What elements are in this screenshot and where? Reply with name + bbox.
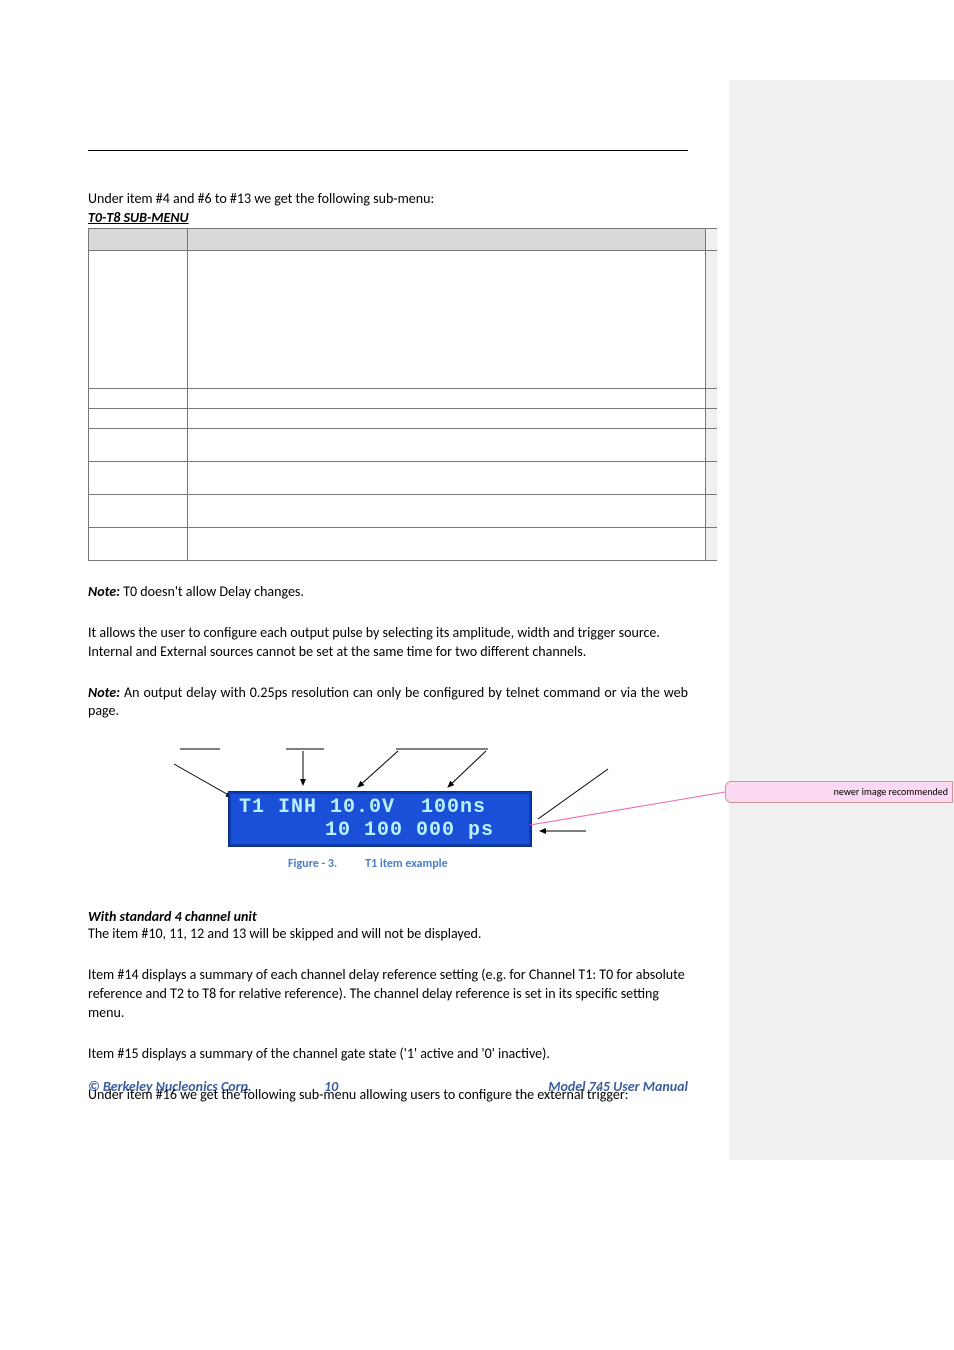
paragraph: Item #14 displays a summary of each chan… — [88, 966, 688, 1023]
table-header-row — [89, 228, 718, 250]
figure-number: Figure - 3. — [288, 857, 337, 871]
paragraph: The item #10, 11, 12 and 13 will be skip… — [88, 925, 688, 944]
submenu-heading: T0-T8 SUB-MENU — [88, 209, 688, 226]
note-label: Note: — [88, 583, 120, 600]
note-text: An output delay with 0.25ps resolution c… — [88, 684, 688, 720]
table-row — [89, 527, 718, 560]
lcd-line1: T1 INH 10.0V 100ns — [239, 796, 486, 819]
table-row — [89, 494, 718, 527]
paragraph: It allows the user to configure each out… — [88, 624, 688, 662]
table-row — [89, 388, 718, 408]
paragraph: Item #15 displays a summary of the chann… — [88, 1045, 688, 1064]
comment-text: newer image recommended — [834, 785, 948, 798]
review-comment[interactable]: newer image recommended — [725, 781, 953, 803]
note-paragraph: Note: An output delay with 0.25ps resolu… — [88, 684, 688, 722]
table-row — [89, 250, 718, 388]
note-text: T0 doesn't allow Delay changes. — [120, 583, 304, 600]
figure-caption: Figure - 3. T1 item example — [288, 857, 448, 871]
note-paragraph: Note: T0 doesn't allow Delay changes. — [88, 583, 688, 602]
section-subheading: With standard 4 channel unit — [88, 908, 688, 925]
review-sidebar — [729, 80, 954, 1160]
table-row — [89, 408, 718, 428]
figure-title: T1 item example — [365, 857, 448, 871]
lcd-display: T1 INH 10.0V 100ns 10 100 000 ps — [228, 791, 532, 847]
figure: T1 INH 10.0V 100ns 10 100 000 ps Figure … — [88, 739, 688, 874]
lcd-line2: 10 100 000 ps — [239, 819, 494, 842]
submenu-table — [88, 228, 717, 561]
page-body: Under item #4 and #6 to #13 we get the f… — [88, 145, 688, 1105]
paragraph: Under item #16 we get the following sub-… — [88, 1086, 688, 1105]
table-row — [89, 461, 718, 494]
table-row — [89, 428, 718, 461]
intro-text: Under item #4 and #6 to #13 we get the f… — [88, 190, 688, 209]
note-label: Note: — [88, 684, 120, 701]
